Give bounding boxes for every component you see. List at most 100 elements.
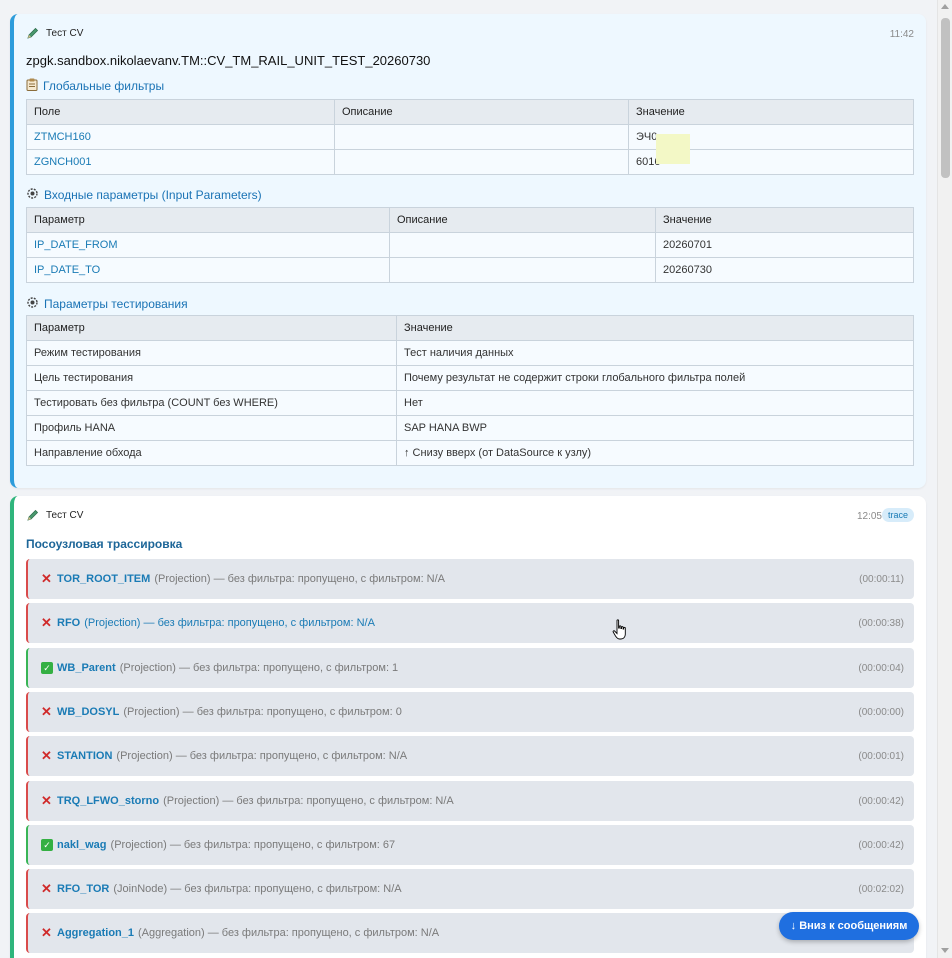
table-header: Описание: [389, 207, 656, 233]
clipboard-icon: [26, 78, 38, 94]
test-param-name: Цель тестирования: [26, 365, 397, 391]
trace-node-duration: (00:00:42): [858, 795, 904, 807]
input-params-title: Входные параметры (Input Parameters): [26, 187, 262, 203]
filter-field[interactable]: ZGNCH001: [26, 149, 335, 175]
table-header-row: Поле Описание Значение: [26, 99, 914, 125]
trace-node-name[interactable]: RFO_TOR: [57, 883, 109, 895]
scroll-down-icon[interactable]: [941, 948, 949, 953]
table-header: Значение: [655, 207, 914, 233]
trace-node-duration: (00:00:01): [858, 750, 904, 762]
cross-icon: ✕: [41, 793, 52, 808]
cross-icon: ✕: [41, 571, 52, 586]
trace-node-item[interactable]: ✕ RFO_TOR (JoinNode) — без фильтра: пропущ…: [26, 869, 914, 909]
table-row: IP_DATE_TO 20260730: [26, 257, 914, 283]
trace-node-name[interactable]: STANTION: [57, 750, 112, 762]
trace-node-item[interactable]: ✕ STANTION (Projection) — без фильтра: про…: [26, 736, 914, 776]
filter-description: [334, 124, 629, 150]
message-card-trace: Тест CV 12:05 trace Посоузловая трассиро…: [10, 496, 926, 958]
input-params-label: Входные параметры (Input Parameters): [44, 188, 262, 202]
hand-cursor-icon: [612, 619, 626, 640]
param-description: [389, 257, 656, 283]
param-value: 20260701: [655, 232, 914, 258]
gear-icon: [26, 296, 39, 312]
table-header: Значение: [628, 99, 914, 125]
trace-node-name[interactable]: TOR_ROOT_ITEM: [57, 573, 150, 585]
gear-icon: [26, 187, 39, 203]
check-icon: ✓: [41, 839, 53, 851]
trace-node-name[interactable]: Aggregation_1: [57, 927, 134, 939]
test-param-value: Нет: [396, 390, 914, 416]
redaction-overlay: [656, 134, 690, 164]
table-row: Тестировать без фильтра (COUNT без WHERE…: [26, 390, 914, 416]
test-params-title: Параметры тестирования: [26, 296, 188, 312]
trace-node-item[interactable]: ✓ nakl_wag (Projection) — без фильтра: про…: [26, 825, 914, 865]
trace-node-detail: (Projection) — без фильтра: пропущено, с…: [84, 617, 375, 629]
table-header: Параметр: [26, 207, 390, 233]
table-row: ZGNCH001 6016: [26, 149, 914, 175]
trace-title: Посоузловая трассировка: [26, 537, 183, 551]
global-filters-table: Поле Описание Значение ZTMCH160 ЭЧ0 ZGNC…: [26, 99, 914, 175]
trace-node-name[interactable]: WB_DOSYL: [57, 706, 119, 718]
trace-node-item[interactable]: ✕ RFO (Projection) — без фильтра: пропущен…: [26, 603, 914, 643]
test-param-name: Режим тестирования: [26, 340, 397, 366]
trace-node-duration: (00:00:04): [858, 662, 904, 674]
table-row: ZTMCH160 ЭЧ0: [26, 124, 914, 150]
param-name[interactable]: IP_DATE_TO: [26, 257, 390, 283]
trace-node-detail: (Aggregation) — без фильтра: пропущено, …: [138, 927, 440, 939]
trace-node-name[interactable]: nakl_wag: [57, 839, 107, 851]
cross-icon: ✕: [41, 704, 52, 719]
test-param-value: SAP HANA BWP: [396, 415, 914, 441]
trace-node-item[interactable]: ✓ WB_Parent (Projection) — без фильтра: пр…: [26, 648, 914, 688]
trace-node-detail: (Projection) — без фильтра: пропущено, с…: [116, 750, 408, 762]
table-row: Цель тестирования Почему результат не со…: [26, 365, 914, 391]
check-icon: ✓: [41, 662, 53, 674]
cross-icon: ✕: [41, 925, 52, 940]
table-row: Режим тестирования Тест наличия данных: [26, 340, 914, 366]
message-time: 11:42: [889, 29, 914, 40]
trace-node-item[interactable]: ✕ WB_DOSYL (Projection) — без фильтра: про…: [26, 692, 914, 732]
filter-description: [334, 149, 629, 175]
trace-node-detail: (Projection) — без фильтра: пропущено, с…: [154, 573, 446, 585]
message-header: Тест CV: [26, 26, 83, 40]
test-param-name: Направление обхода: [26, 440, 397, 466]
test-params-table: Параметр Значение Режим тестирования Тес…: [26, 315, 914, 466]
trace-tag: trace: [881, 508, 914, 522]
pencil-icon: [27, 27, 39, 39]
table-row: IP_DATE_FROM 20260701: [26, 232, 914, 258]
cross-icon: ✕: [41, 881, 52, 896]
cv-object-title: zpgk.sandbox.nikolaevanv.TM::CV_TM_RAIL_…: [26, 53, 431, 68]
param-value: 20260730: [655, 257, 914, 283]
trace-node-duration: (00:00:00): [858, 706, 904, 718]
chat-viewport[interactable]: Тест CV 11:42 zpgk.sandbox.nikolaevanv.T…: [0, 0, 937, 958]
trace-node-name[interactable]: WB_Parent: [57, 662, 116, 674]
message-card-params: Тест CV 11:42 zpgk.sandbox.nikolaevanv.T…: [10, 14, 926, 488]
trace-node-item[interactable]: ✕ TRQ_LFWO_storno (Projection) — без фильт…: [26, 781, 914, 821]
scroll-to-bottom-button[interactable]: ↓ Вниз к сообщениям: [779, 912, 919, 940]
message-header: Тест CV: [26, 508, 83, 522]
scroll-thumb[interactable]: [941, 18, 950, 178]
trace-node-detail: (Projection) — без фильтра: пропущено, с…: [163, 795, 454, 807]
scrollbar[interactable]: [937, 0, 952, 958]
trace-node-duration: (00:02:02): [858, 883, 904, 895]
trace-node-detail: (Projection) — без фильтра: пропущено, с…: [110, 839, 396, 851]
trace-node-name[interactable]: TRQ_LFWO_storno: [57, 795, 159, 807]
trace-node-detail: (Projection) — без фильтра: пропущено, с…: [123, 706, 402, 718]
trace-node-name[interactable]: RFO: [57, 617, 80, 629]
test-params-label: Параметры тестирования: [44, 297, 188, 311]
message-time: 12:05: [856, 511, 882, 522]
filter-field[interactable]: ZTMCH160: [26, 124, 335, 150]
global-filters-label: Глобальные фильтры: [43, 79, 165, 93]
scroll-up-icon[interactable]: [941, 4, 949, 9]
trace-node-duration: (00:00:38): [858, 617, 904, 629]
trace-node-item[interactable]: ✕ TOR_ROOT_ITEM (Projection) — без фильтра…: [26, 559, 914, 599]
test-param-value: ↑ Снизу вверх (от DataSource к узлу): [396, 440, 914, 466]
global-filters-title: Глобальные фильтры: [26, 78, 164, 94]
trace-node-duration: (00:00:42): [858, 839, 904, 851]
param-description: [389, 232, 656, 258]
param-name[interactable]: IP_DATE_FROM: [26, 232, 390, 258]
test-param-value: Почему результат не содержит строки глоб…: [396, 365, 914, 391]
cross-icon: ✕: [41, 615, 52, 630]
trace-node-detail: (JoinNode) — без фильтра: пропущено, с ф…: [113, 883, 402, 895]
table-header: Значение: [396, 315, 914, 341]
cross-icon: ✕: [41, 748, 52, 763]
